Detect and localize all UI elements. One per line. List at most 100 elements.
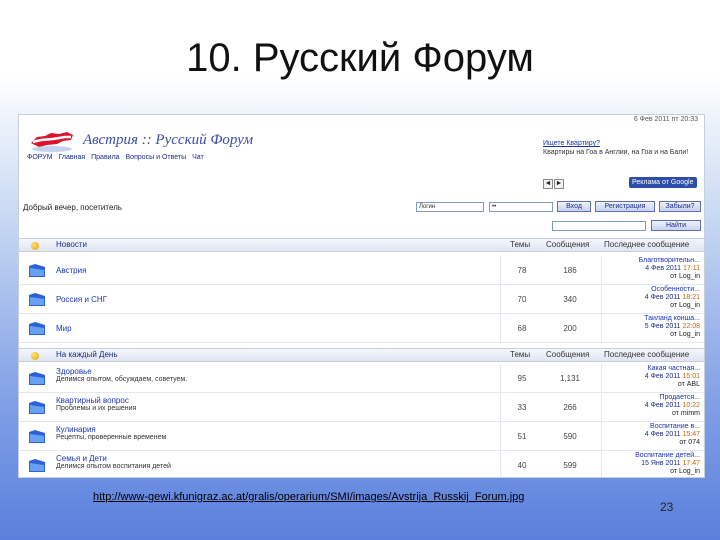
last-post-date: 4 Фев 2011	[645, 265, 682, 272]
folder-icon	[29, 322, 45, 335]
col-topics: Темы	[510, 240, 531, 249]
forum-name[interactable]: Здоровье	[56, 367, 92, 376]
folder-icon	[29, 372, 45, 385]
last-post-date: 4 Фев 2011	[644, 373, 681, 380]
search-input[interactable]	[552, 221, 646, 231]
folder-icon	[29, 430, 45, 443]
last-post-date: 4 Фев 2011	[644, 431, 681, 438]
col-last-post: Последнее сообщение	[604, 350, 690, 359]
topic-count: 33	[517, 403, 527, 412]
post-count: 1,131	[559, 374, 581, 383]
forum-row: Семья и Дети Делимся опытом воспитания д…	[19, 451, 704, 477]
last-post-date: 5 Фев 2011	[644, 323, 681, 330]
post-count: 590	[563, 432, 577, 441]
folder-icon	[29, 293, 45, 306]
topic-count: 40	[517, 461, 527, 470]
forum-row: Мир 68 200 Таиланд конша... 5 Фев 2011 2…	[19, 314, 704, 343]
forum-description: Делимся опытом воспитания детей	[56, 463, 171, 470]
folder-icon	[29, 264, 45, 277]
topic-count: 95	[517, 374, 527, 383]
last-post-user[interactable]: от ABL	[604, 381, 700, 389]
top-nav: ФОРУМ Главная Правила Вопросы и Ответы Ч…	[27, 154, 208, 161]
col-last-post: Последнее сообщение	[604, 240, 690, 249]
last-post-user[interactable]: от Log_in	[604, 273, 700, 281]
category-bullet-icon	[31, 242, 39, 250]
search-button[interactable]: Найти	[651, 220, 701, 231]
last-post-date: 4 Фев 2011	[644, 294, 681, 301]
forum-row: Россия и СНГ 70 340 Особенности... 4 Фев…	[19, 285, 704, 314]
nav-rules[interactable]: Правила	[91, 154, 119, 161]
ad-title[interactable]: Ищете Квартиру?	[543, 139, 703, 148]
page-number: 23	[660, 500, 674, 514]
ad-badge[interactable]: Реклама от Google	[629, 177, 697, 188]
last-post-title[interactable]: Благотворительн...	[604, 257, 700, 265]
forum-date: 6 Фев 2011 пт 20:33	[633, 116, 698, 123]
forum-description: Делимся опытом, обсуждаем, советуем.	[56, 376, 188, 383]
topic-count: 68	[517, 324, 527, 333]
topic-count: 70	[517, 295, 527, 304]
category-bullet-icon	[31, 352, 39, 360]
nav-home[interactable]: Главная	[59, 154, 86, 161]
last-post-title[interactable]: Какая частная...	[604, 365, 700, 373]
last-post-user[interactable]: от mimm	[604, 410, 700, 418]
google-ad: Ищете Квартиру? Квартиры на Гоа в Англии…	[543, 139, 703, 189]
forum-row: Австрия 78 186 Благотворительн... 4 Фев …	[19, 256, 704, 285]
col-posts: Сообщения	[546, 350, 590, 359]
forum-name[interactable]: Кулинария	[56, 425, 96, 434]
ad-next-icon[interactable]: ►	[554, 179, 564, 189]
nav-forum[interactable]: ФОРУМ	[27, 154, 53, 161]
help-button[interactable]: Забыли?	[659, 201, 701, 212]
image-source-link[interactable]: http://www-gewi.kfunigraz.ac.at/gralis/o…	[93, 491, 524, 503]
last-post-user[interactable]: от Log_in	[604, 331, 700, 339]
last-post: Продается... 4 Фев 2011 10:22 от mimm	[604, 394, 700, 418]
topic-count: 51	[517, 432, 527, 441]
category-header: Новости Темы Сообщения Последнее сообщен…	[19, 238, 704, 252]
category-header: На каждый День Темы Сообщения Последнее …	[19, 348, 704, 362]
post-count: 340	[563, 295, 577, 304]
welcome-text: Добрый вечер, посетитель	[23, 203, 122, 212]
ad-prev-icon[interactable]: ◄	[543, 179, 553, 189]
forum-description: Проблемы и их решения	[56, 405, 137, 412]
password-field[interactable]: ••	[489, 202, 553, 212]
post-count: 186	[563, 266, 577, 275]
last-post-title[interactable]: Продается...	[604, 394, 700, 402]
forum-name[interactable]: Австрия	[56, 266, 86, 275]
last-post-user[interactable]: от 074	[604, 439, 700, 447]
last-post: Воспитание в... 4 Фев 2011 15:47 от 074	[604, 423, 700, 447]
last-post-time: 22:08	[682, 323, 700, 330]
register-button[interactable]: Регистрация	[595, 201, 655, 212]
last-post-title[interactable]: Воспитание детей...	[604, 452, 700, 460]
folder-icon	[29, 459, 45, 472]
last-post-time: 15:01	[682, 373, 700, 380]
forum-name[interactable]: Россия и СНГ	[56, 295, 107, 304]
slide-title: 10. Русский Форум	[186, 36, 534, 80]
last-post-user[interactable]: от Log_in	[604, 302, 700, 310]
forum-name[interactable]: Семья и Дети	[56, 454, 107, 463]
category-name[interactable]: Новости	[56, 239, 87, 251]
nav-faq[interactable]: Вопросы и Ответы	[126, 154, 187, 161]
forum-name[interactable]: Мир	[56, 324, 72, 333]
last-post-time: 18:21	[682, 294, 700, 301]
login-button[interactable]: Вход	[557, 201, 591, 212]
last-post: Особенности... 4 Фев 2011 18:21 от Log_i…	[604, 286, 700, 310]
topic-count: 78	[517, 266, 527, 275]
folder-icon	[29, 401, 45, 414]
forum-row: Здоровье Делимся опытом, обсуждаем, сове…	[19, 364, 704, 393]
post-count: 266	[563, 403, 577, 412]
site-title: Австрия :: Русский Форум	[83, 132, 254, 148]
forum-name[interactable]: Квартирный вопрос	[56, 396, 129, 405]
forum-row: Кулинария Рецепты, проверенные временем …	[19, 422, 704, 451]
category-name[interactable]: На каждый День	[56, 349, 118, 361]
username-field[interactable]: Логин	[416, 202, 484, 212]
last-post-title[interactable]: Таиланд конша...	[604, 315, 700, 323]
ad-pager: ◄ ►	[543, 179, 565, 189]
last-post-time: 15:47	[682, 431, 700, 438]
ad-text: Квартиры на Гоа в Англии, на Гоа и на Ба…	[543, 149, 689, 156]
last-post-date: 4 Фев 2011	[644, 402, 681, 409]
last-post-time: 10:22	[682, 402, 700, 409]
last-post-title[interactable]: Особенности...	[604, 286, 700, 294]
forum-screenshot: 6 Фев 2011 пт 20:33 Австрия :: Русский Ф…	[18, 114, 705, 478]
last-post-title[interactable]: Воспитание в...	[604, 423, 700, 431]
nav-chat[interactable]: Чат	[192, 154, 204, 161]
last-post-user[interactable]: от Log_in	[604, 468, 700, 476]
